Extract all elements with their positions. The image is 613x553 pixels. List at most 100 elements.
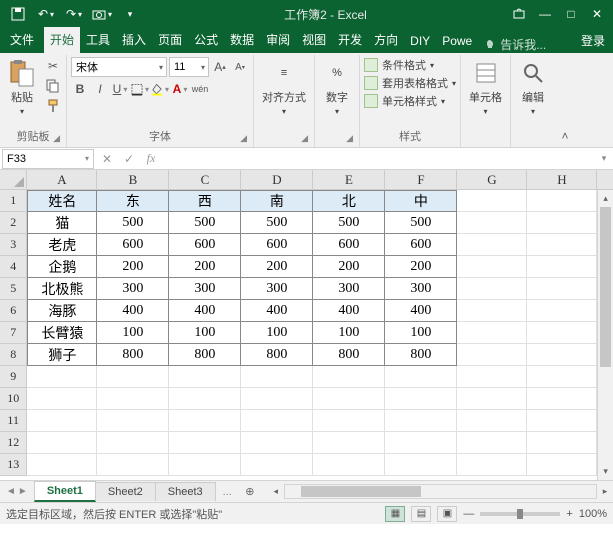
cell[interactable]: 企鹅	[27, 256, 97, 278]
cell[interactable]: 500	[313, 212, 385, 234]
col-header[interactable]: B	[97, 170, 169, 189]
cell[interactable]	[385, 432, 457, 454]
bold-icon[interactable]: B	[71, 80, 89, 98]
cut-icon[interactable]: ✂	[44, 57, 62, 75]
cell[interactable]: 400	[313, 300, 385, 322]
collapse-ribbon-icon[interactable]: ˄	[555, 55, 575, 147]
vertical-scrollbar[interactable]: ▴ ▾	[597, 190, 613, 480]
cell[interactable]	[27, 410, 97, 432]
row-header[interactable]: 10	[0, 388, 27, 410]
view-break-icon[interactable]: ▣	[437, 506, 457, 522]
cell[interactable]	[457, 344, 527, 366]
cell[interactable]: 800	[385, 344, 457, 366]
col-header[interactable]: G	[457, 170, 527, 189]
table-format-button[interactable]: 套用表格格式 ▾	[364, 75, 456, 91]
tab-home[interactable]: 开始	[44, 27, 80, 53]
zoom-value[interactable]: 100%	[579, 508, 607, 520]
phonetic-icon[interactable]: wén	[191, 80, 209, 98]
cell[interactable]	[97, 366, 169, 388]
cell[interactable]: 500	[385, 212, 457, 234]
cell[interactable]	[527, 278, 597, 300]
tab-power[interactable]: Powe	[436, 30, 478, 53]
cell[interactable]	[457, 234, 527, 256]
tab-dev[interactable]: 开发	[332, 27, 368, 53]
tab-diy[interactable]: DIY	[404, 30, 436, 53]
redo-icon[interactable]: ↷▾	[62, 4, 86, 24]
cell[interactable]: 600	[241, 234, 313, 256]
decrease-font-icon[interactable]: A▾	[231, 58, 249, 76]
cell[interactable]: 500	[97, 212, 169, 234]
cell[interactable]	[527, 234, 597, 256]
dialog-launcher-icon[interactable]: ◢	[240, 133, 247, 144]
cell[interactable]	[527, 212, 597, 234]
cell[interactable]	[97, 388, 169, 410]
tab-file[interactable]: 文件	[0, 27, 44, 53]
sheet-tab-3[interactable]: Sheet3	[155, 482, 216, 501]
tab-layout[interactable]: 页面	[152, 27, 188, 53]
cell[interactable]: 400	[169, 300, 241, 322]
view-normal-icon[interactable]: ▦	[385, 506, 405, 522]
scroll-left-icon[interactable]: ◂	[268, 486, 284, 497]
paste-button[interactable]: 粘贴▾	[4, 57, 40, 118]
cancel-formula-icon[interactable]: ✕	[96, 152, 118, 166]
tab-tools[interactable]: 工具	[80, 27, 116, 53]
fill-color-icon[interactable]: ▾	[151, 80, 169, 98]
sheet-tab-2[interactable]: Sheet2	[95, 482, 156, 501]
cell[interactable]: 姓名	[27, 190, 97, 212]
sheet-tab-1[interactable]: Sheet1	[34, 481, 96, 502]
cell[interactable]: 北极熊	[27, 278, 97, 300]
increase-font-icon[interactable]: A▴	[211, 58, 229, 76]
cell[interactable]: 800	[241, 344, 313, 366]
cell[interactable]	[457, 388, 527, 410]
row-header[interactable]: 4	[0, 256, 27, 278]
cell[interactable]: 南	[241, 190, 313, 212]
sheet-nav-next-icon[interactable]: ►	[18, 486, 28, 497]
cell[interactable]: 100	[97, 322, 169, 344]
cell[interactable]	[527, 454, 597, 476]
dialog-launcher-icon[interactable]: ◢	[301, 133, 308, 144]
conditional-format-button[interactable]: 条件格式 ▾	[364, 57, 456, 73]
cell[interactable]: 北	[313, 190, 385, 212]
cell[interactable]	[527, 322, 597, 344]
row-header[interactable]: 11	[0, 410, 27, 432]
cell[interactable]	[527, 190, 597, 212]
copy-icon[interactable]	[44, 77, 62, 95]
cell[interactable]	[527, 410, 597, 432]
accept-formula-icon[interactable]: ✓	[118, 152, 140, 166]
cell[interactable]: 800	[97, 344, 169, 366]
font-color-icon[interactable]: A▾	[171, 80, 189, 98]
dialog-launcher-icon[interactable]: ◢	[53, 133, 60, 144]
cell[interactable]: 200	[241, 256, 313, 278]
login-button[interactable]: 登录	[573, 28, 613, 53]
cell[interactable]	[313, 432, 385, 454]
row-header[interactable]: 1	[0, 190, 27, 212]
editing-button[interactable]: 编辑▾	[515, 57, 551, 118]
cell[interactable]: 海豚	[27, 300, 97, 322]
ribbon-options-icon[interactable]	[507, 4, 531, 24]
cells-button[interactable]: 单元格▾	[465, 57, 506, 118]
cell[interactable]	[97, 432, 169, 454]
cell[interactable]	[313, 410, 385, 432]
cell[interactable]: 200	[169, 256, 241, 278]
cell[interactable]: 400	[241, 300, 313, 322]
cell[interactable]: 500	[169, 212, 241, 234]
cell[interactable]	[27, 432, 97, 454]
cell[interactable]: 800	[169, 344, 241, 366]
camera-icon[interactable]: ▾	[90, 4, 114, 24]
row-header[interactable]: 2	[0, 212, 27, 234]
align-button[interactable]: ≡对齐方式▾	[258, 57, 310, 118]
cell[interactable]	[313, 454, 385, 476]
col-header[interactable]: H	[527, 170, 597, 189]
cell[interactable]	[27, 454, 97, 476]
tab-review[interactable]: 审阅	[260, 27, 296, 53]
cell[interactable]	[97, 454, 169, 476]
cell[interactable]: 100	[385, 322, 457, 344]
expand-formula-icon[interactable]: ▾	[595, 153, 613, 164]
zoom-out-icon[interactable]: ―	[463, 508, 474, 520]
cell[interactable]	[241, 366, 313, 388]
underline-icon[interactable]: U▾	[111, 80, 129, 98]
cell[interactable]	[457, 432, 527, 454]
cell[interactable]: 800	[313, 344, 385, 366]
fx-icon[interactable]: fx	[140, 151, 162, 166]
cell[interactable]	[527, 256, 597, 278]
